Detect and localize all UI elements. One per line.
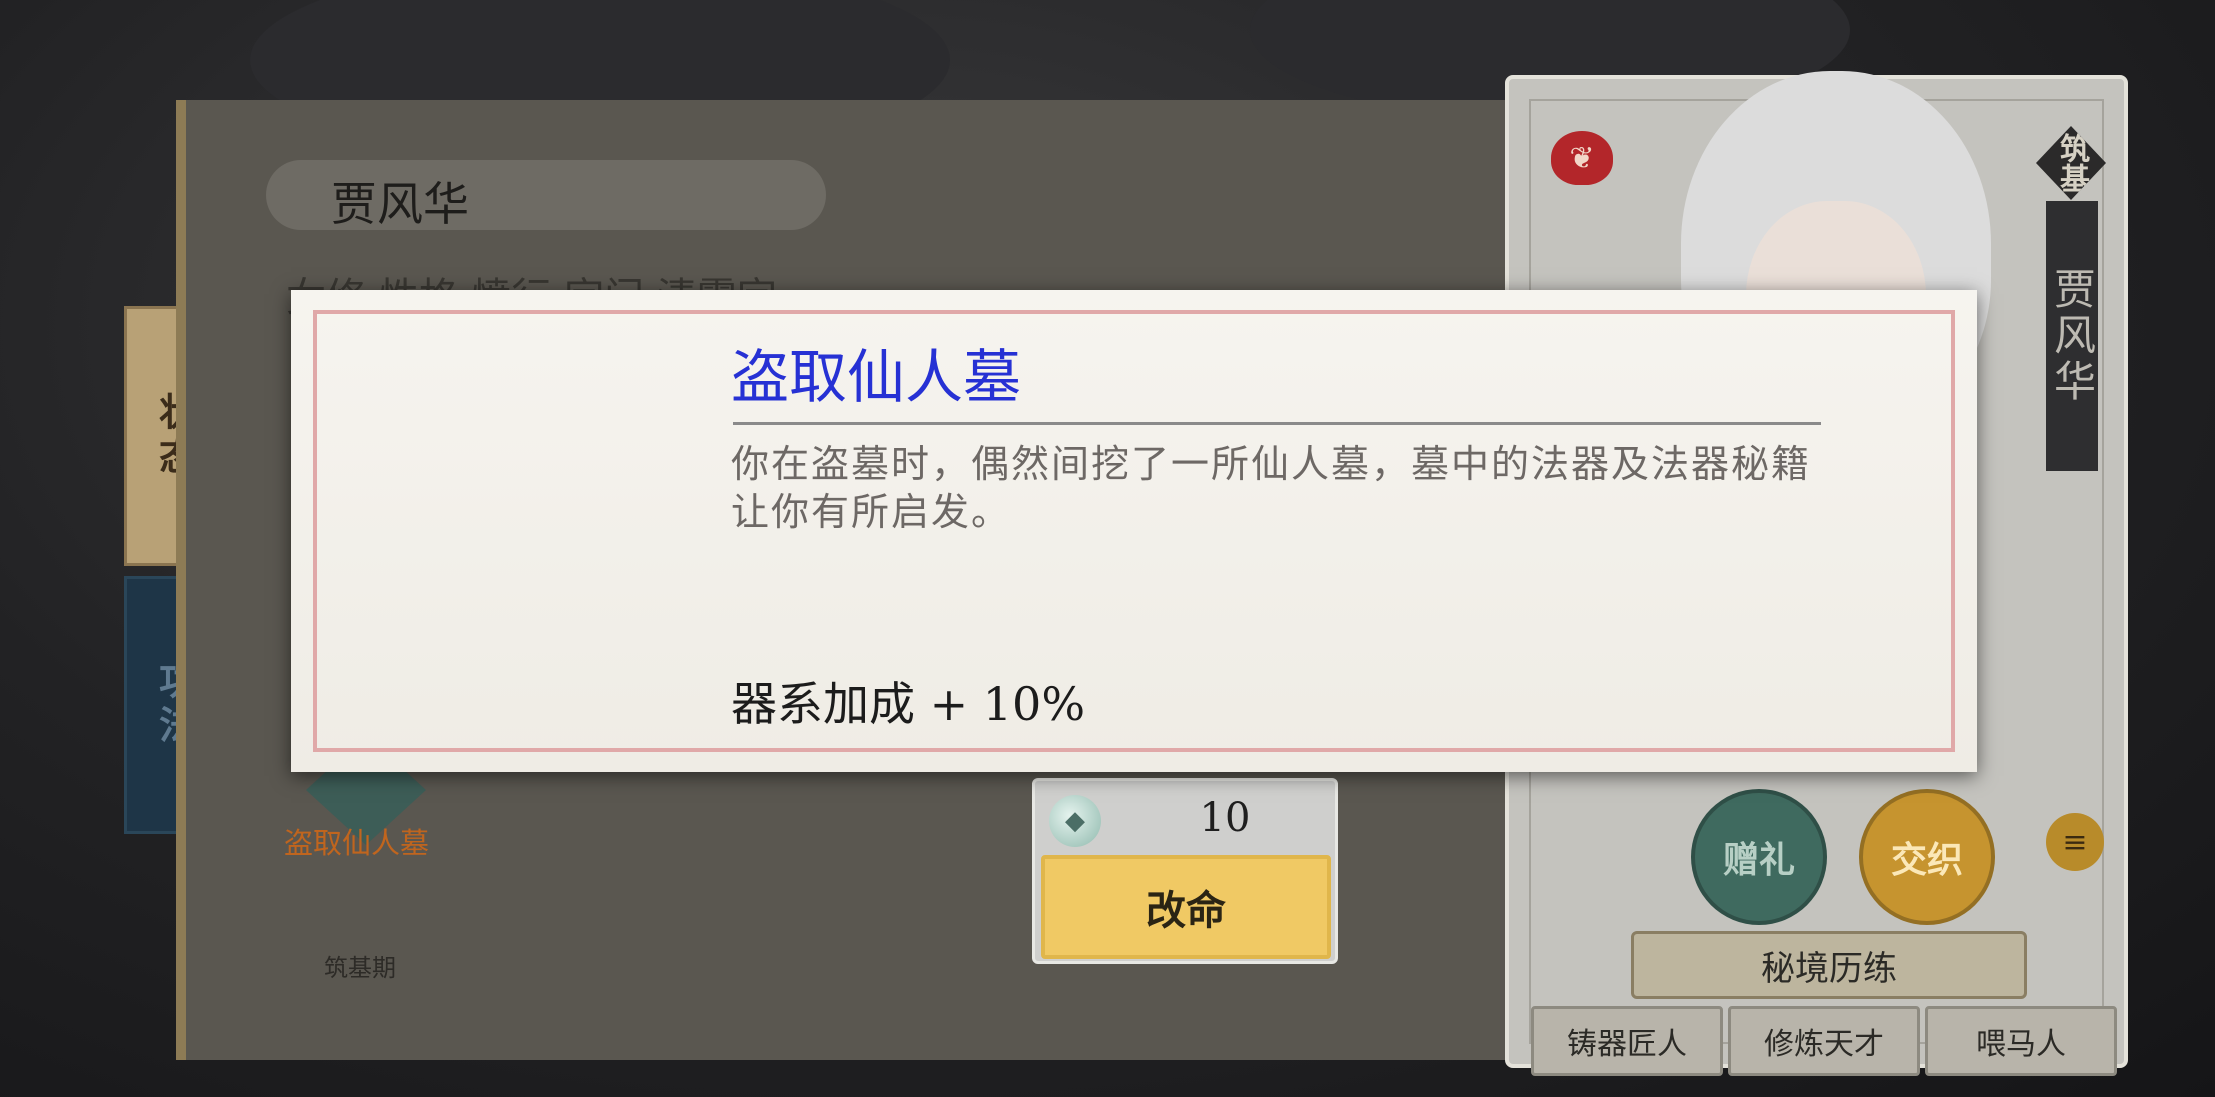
trait-tag[interactable]: 喂马人 <box>1925 1006 2117 1076</box>
title-divider <box>733 422 1821 425</box>
gift-button[interactable]: 赠礼 <box>1691 789 1827 925</box>
bond-button[interactable]: 交织 <box>1859 789 1995 925</box>
event-bonus: 器系加成 + 10% <box>731 677 1086 731</box>
event-popup[interactable]: 盗取仙人墓 你在盗墓时，偶然间挖了一所仙人墓，墓中的法器及法器秘籍让你有所启发。… <box>291 290 1977 772</box>
menu-icon[interactable]: ≡ <box>2046 813 2104 871</box>
name-ribbon: 贾风华 <box>2046 201 2098 471</box>
event-description: 你在盗墓时，偶然间挖了一所仙人墓，墓中的法器及法器秘籍让你有所启发。 <box>731 442 1812 534</box>
realm-label: 筑基期 <box>324 954 396 982</box>
trait-tag[interactable]: 铸器匠人 <box>1531 1006 1723 1076</box>
skill-badge-label: 盗取仙人墓 <box>284 826 430 860</box>
spirit-stone-icon: ◆ <box>1049 795 1101 847</box>
event-title: 盗取仙人墓 <box>731 343 1022 411</box>
trait-tag[interactable]: 修炼天才 <box>1728 1006 1920 1076</box>
rank-badge: 筑基 <box>2036 126 2106 200</box>
heart-icon[interactable]: ❦ <box>1551 131 1613 185</box>
change-fate-widget: ◆ 10 改命 <box>1032 778 1338 964</box>
cost-value: 10 <box>1199 795 1251 841</box>
secret-realm-button[interactable]: 秘境历练 <box>1631 931 2027 999</box>
change-fate-button[interactable]: 改命 <box>1041 855 1331 959</box>
character-name: 贾风华 <box>331 177 469 231</box>
